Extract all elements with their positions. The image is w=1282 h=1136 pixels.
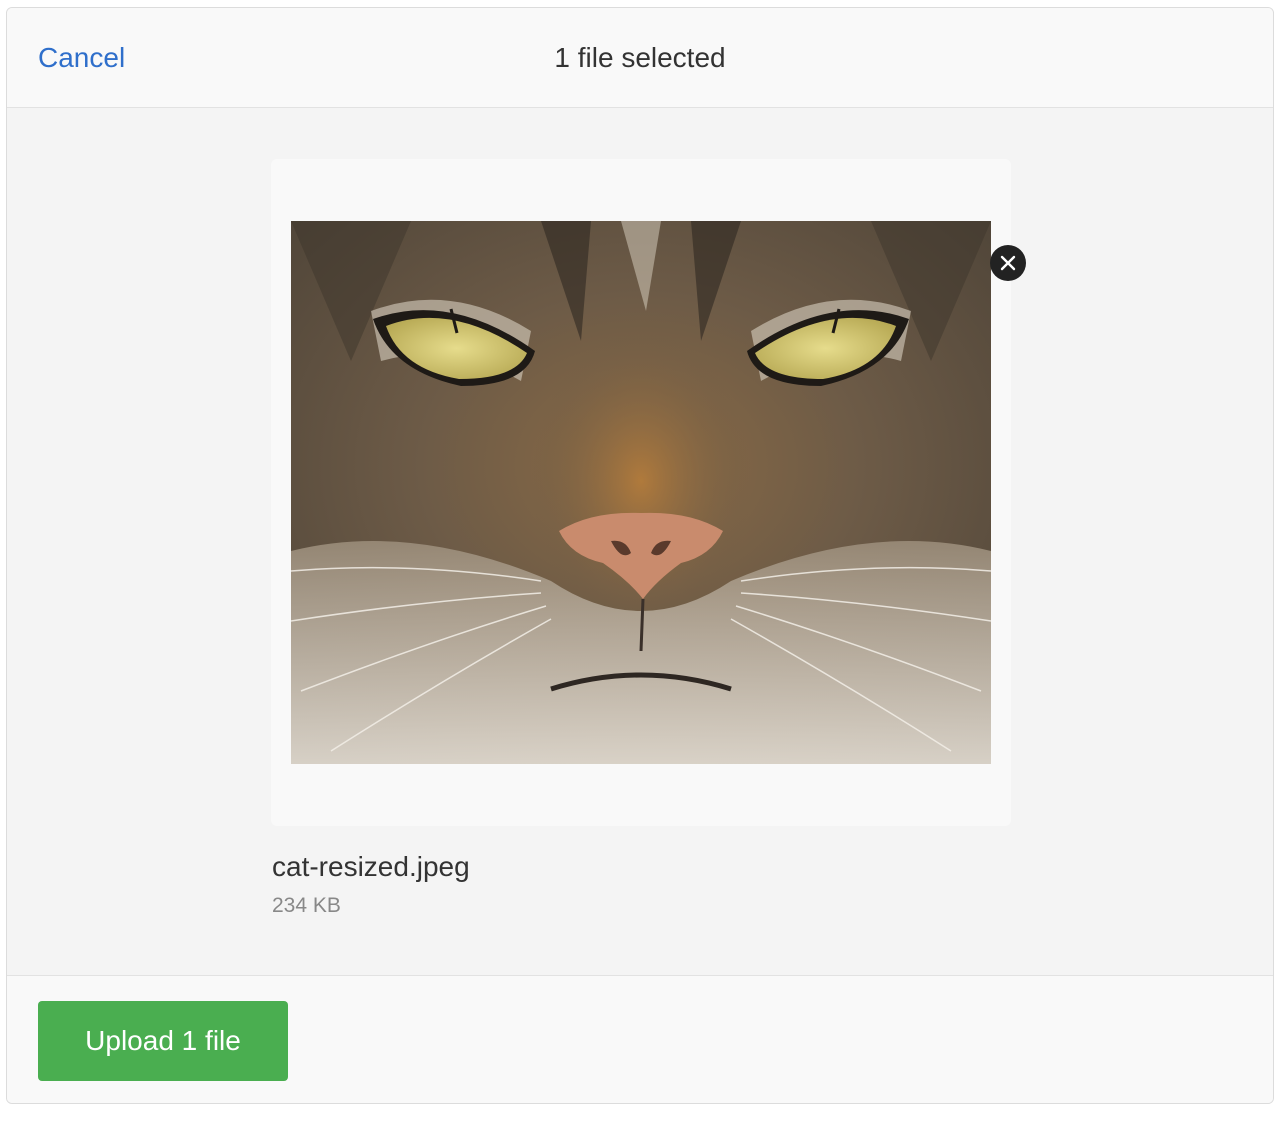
remove-file-button[interactable]	[990, 245, 1026, 281]
dialog-title: 1 file selected	[554, 42, 726, 73]
cat-photo-image	[291, 221, 991, 764]
close-icon	[1000, 255, 1016, 271]
file-size: 234 KB	[272, 894, 341, 917]
file-name: cat-resized.jpeg	[272, 851, 470, 882]
dialog-header: Cancel 1 file selected	[7, 8, 1273, 108]
file-list: cat-resized.jpeg 234 KB	[7, 108, 1273, 975]
upload-dialog: Cancel 1 file selected cat-resized.jpeg …	[6, 7, 1274, 1104]
file-preview-image	[291, 221, 991, 764]
file-card	[271, 159, 1011, 826]
dialog-footer: Upload 1 file	[7, 975, 1273, 1103]
cancel-button[interactable]: Cancel	[38, 40, 125, 76]
upload-button[interactable]: Upload 1 file	[38, 1001, 288, 1081]
